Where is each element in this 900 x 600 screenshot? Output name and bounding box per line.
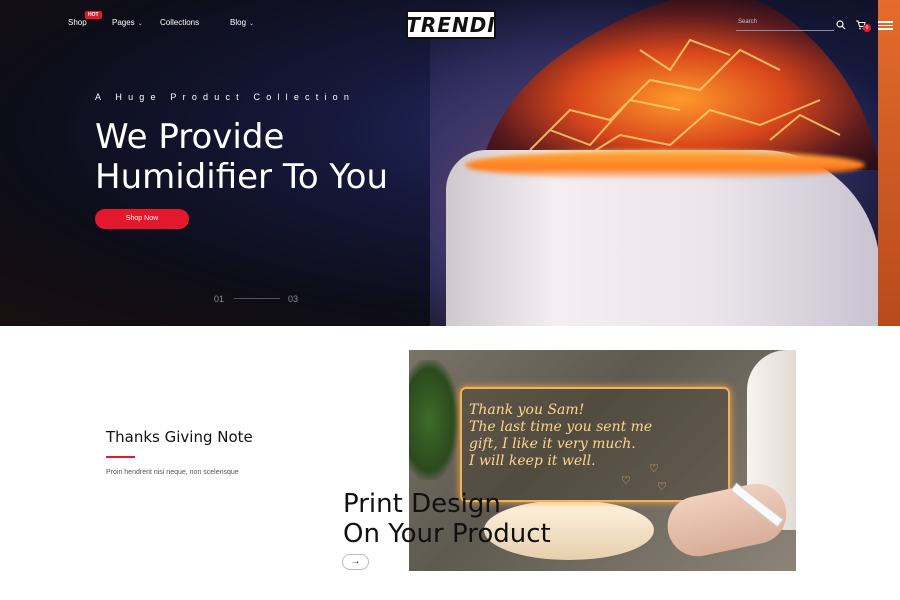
heart-icon: ♡ <box>657 481 667 493</box>
feature-title: Thanks Giving Note <box>106 428 253 446</box>
top-nav: Shop HOT Pages ⌄ Collections Blog ⌄ TRENDI… <box>0 0 900 48</box>
board-line: Thank you Sam! <box>469 402 585 418</box>
print-design-heading: Print Design On Your Product <box>343 489 551 549</box>
slide-progress <box>234 298 280 299</box>
nav-item-collections[interactable]: Collections <box>160 18 199 27</box>
slide-total[interactable]: 03 <box>288 294 298 304</box>
print-heading-line1: Print Design <box>343 489 501 519</box>
lamp-glow-rim <box>465 150 865 180</box>
site-logo[interactable]: TRENDI <box>406 10 496 39</box>
slide-current[interactable]: 01 <box>214 294 224 304</box>
title-underline <box>106 456 135 458</box>
search-input[interactable]: Search <box>736 19 834 31</box>
nav-item-pages[interactable]: Pages ⌄ <box>112 18 143 27</box>
board-line: gift, I like it very much. <box>469 436 636 452</box>
plant-decor <box>409 360 459 480</box>
nav-item-label: Pages <box>112 18 135 27</box>
board-message: Thank you Sam! The last time you sent me… <box>469 402 652 470</box>
hero-headline-line2: Humidifier To You <box>95 157 389 197</box>
feature-description: Proin hendrerit nisi neque, non sceleris… <box>106 469 239 476</box>
hamburger-icon[interactable] <box>878 21 893 30</box>
board-line: I will keep it well. <box>469 453 596 469</box>
hot-badge: HOT <box>85 11 102 19</box>
nav-item-label: Collections <box>160 18 200 27</box>
heart-icon: ♡ <box>621 475 631 487</box>
hero-banner: A Huge Product Collection We Provide Hum… <box>0 0 900 326</box>
board-line: The last time you sent me <box>469 419 653 435</box>
chevron-down-icon: ⌄ <box>137 21 143 27</box>
hero-headline-line1: We Provide <box>95 117 285 157</box>
print-heading-line2: On Your Product <box>343 519 551 549</box>
hero-headline: We Provide Humidifier To You <box>95 117 388 197</box>
shop-now-button[interactable]: Shop Now <box>95 209 189 229</box>
arrow-right-icon[interactable]: → <box>342 554 369 570</box>
hero-eyebrow: A Huge Product Collection <box>95 92 356 102</box>
nav-item-shop[interactable]: Shop <box>68 18 87 27</box>
nav-item-blog[interactable]: Blog ⌄ <box>230 18 254 27</box>
nav-item-label: Shop <box>68 18 87 27</box>
search-icon[interactable] <box>836 20 846 30</box>
hero-edge-accent <box>878 0 900 326</box>
cart-count-badge: 0 <box>863 24 871 32</box>
nav-item-label: Blog <box>230 18 247 27</box>
heart-icon: ♡ <box>649 463 659 475</box>
chevron-down-icon: ⌄ <box>249 21 255 27</box>
